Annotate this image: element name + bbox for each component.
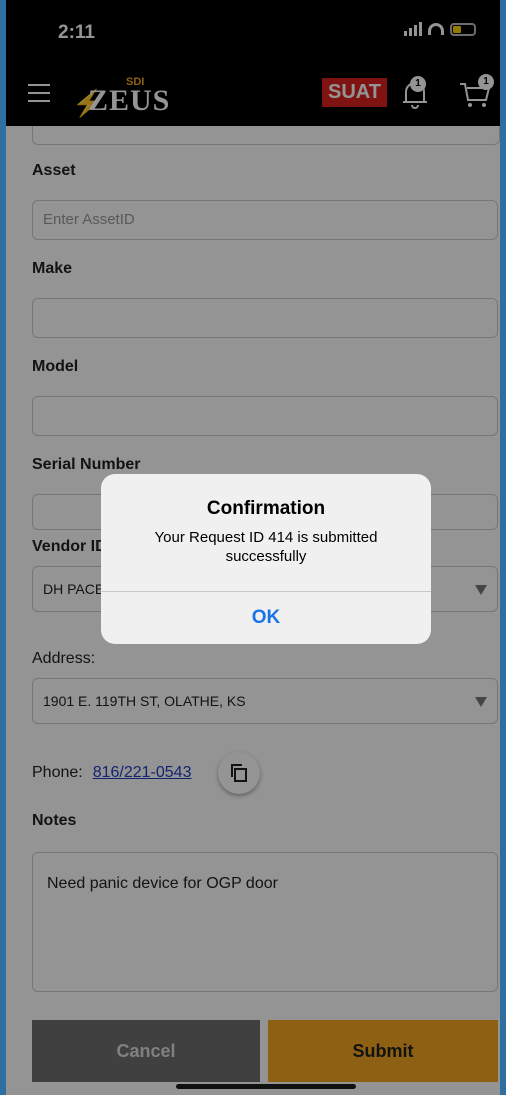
home-indicator[interactable] bbox=[176, 1084, 356, 1089]
app-screen: 2:11 ⚡ SDI ZEUS SUAT 1 1 Asset Enter Ass… bbox=[0, 0, 506, 1095]
dialog-message: Your Request ID 414 is submitted success… bbox=[154, 529, 378, 565]
confirmation-dialog: Confirmation Your Request ID 414 is subm… bbox=[101, 474, 431, 644]
ok-button[interactable]: OK bbox=[101, 592, 431, 644]
dialog-title: Confirmation bbox=[206, 498, 326, 519]
